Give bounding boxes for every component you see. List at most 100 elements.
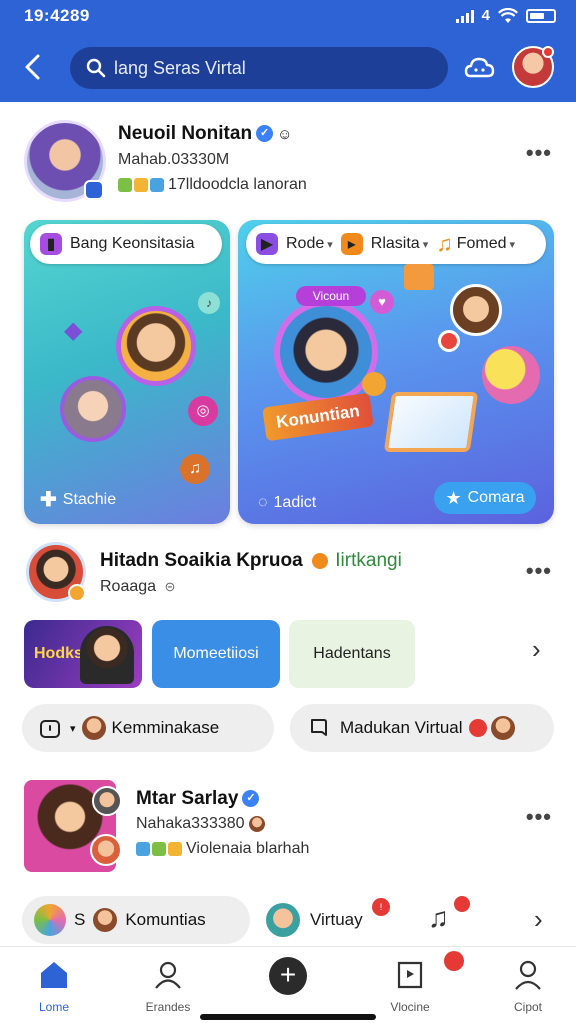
- emoji-icon: ☺: [277, 126, 293, 143]
- notification-dot: !: [372, 898, 390, 916]
- post-header-1: Neuoil Nonitan ✓ ☺ Mahab.03330M 17lldoodcl…: [0, 118, 576, 208]
- tile-character-illustration: [80, 626, 134, 684]
- heart-bubble-icon: ♥: [370, 290, 394, 314]
- nav-home[interactable]: Lome: [14, 959, 94, 1014]
- cloud-icon[interactable]: [462, 50, 498, 86]
- wifi-icon: [498, 7, 518, 23]
- home-icon: [41, 962, 67, 988]
- home-indicator[interactable]: [200, 1014, 376, 1020]
- pill-rode[interactable]: ▶ Rode ▾: [256, 233, 333, 255]
- search-bar[interactable]: lang Seras Virtal: [70, 47, 448, 89]
- chip-virtuay[interactable]: Virtuay !: [266, 898, 390, 940]
- status-icons: 4: [455, 7, 556, 24]
- book-icon: [311, 719, 327, 736]
- play-icon: ▶: [256, 233, 278, 255]
- mini-avatar: [81, 716, 106, 740]
- banner-right-pills: ▶ Rode ▾ ▸ Rlasita ▾ ♫ Fomed ▾: [246, 224, 546, 264]
- character-bear-illustration: [116, 306, 196, 386]
- verified-icon: ✓: [256, 125, 274, 143]
- avatar-badge-icon: [68, 584, 86, 602]
- character-creature-illustration: [482, 346, 540, 404]
- timer-icon: ◌: [258, 494, 268, 511]
- character-girl-illustration: [60, 376, 126, 442]
- post-author-name-2[interactable]: Hitadn Soaikia Kpruoa Iirtkangi: [100, 550, 402, 572]
- chevron-right-icon[interactable]: ›: [534, 904, 543, 935]
- notification-dot: [444, 951, 464, 971]
- star-icon: ★: [445, 487, 462, 508]
- plus-circle-icon: +: [269, 957, 307, 995]
- gift-box-icon: [404, 264, 434, 290]
- music-note-icon[interactable]: ♫: [428, 902, 449, 934]
- banner-left-footer[interactable]: ✚ Stachie: [40, 487, 116, 512]
- music-icon: ♫: [436, 231, 453, 256]
- people-icon: [155, 961, 181, 989]
- banner-card-right[interactable]: ▶ Rode ▾ ▸ Rlasita ▾ ♫ Fomed ▾ ♥ Vicoun ◌ 1…: [238, 220, 554, 524]
- network-label: 4: [481, 7, 490, 24]
- banner-left-pill-label: Bang Keonsitasia: [70, 235, 195, 252]
- profile-avatar[interactable]: [512, 46, 554, 88]
- battery-icon: [526, 8, 556, 23]
- post-meta: 17lldoodcla lanoran: [118, 176, 307, 194]
- pill-fomed[interactable]: ♫ Fomed ▾: [436, 231, 515, 257]
- search-input[interactable]: lang Seras Virtal: [114, 58, 246, 79]
- headphones-icon: ◎: [188, 396, 218, 426]
- post-author-name-3[interactable]: Mtar Sarlay ✓: [136, 788, 260, 810]
- chevron-right-icon[interactable]: ›: [532, 634, 541, 665]
- comara-button[interactable]: ★ Comara: [434, 482, 536, 514]
- nav-cipot[interactable]: Cipot: [488, 959, 568, 1014]
- avatar-overlay-2: [90, 834, 122, 866]
- search-icon: [86, 58, 106, 78]
- nav-erandes[interactable]: Erandes: [128, 959, 208, 1014]
- note-bubble-icon: ♪: [198, 292, 220, 314]
- status-time: 19:4289: [24, 6, 90, 25]
- timer-icon: [40, 720, 60, 738]
- post-subtitle-3: Nahaka333380: [136, 815, 265, 833]
- fire-badge-icon: [311, 552, 328, 569]
- back-arrow-icon[interactable]: [18, 50, 48, 84]
- plus-icon: ✚: [40, 489, 57, 511]
- chip-madukan-virtual[interactable]: Madukan Virtual: [290, 704, 554, 752]
- laptop-illustration: [383, 392, 479, 452]
- mini-avatar: [93, 908, 118, 932]
- signal-icon: [455, 9, 474, 23]
- status-bar: 19:4289 4: [0, 0, 576, 36]
- more-options-icon-2[interactable]: •••: [526, 558, 552, 584]
- tag-icons: [118, 178, 164, 192]
- pill-rlasita[interactable]: ▸ Rlasita ▾: [340, 233, 428, 255]
- more-options-icon[interactable]: •••: [526, 140, 552, 166]
- post-author-name[interactable]: Neuoil Nonitan ✓ ☺: [118, 123, 292, 145]
- notification-dot: [454, 896, 470, 912]
- post-subtitle-2: Roaaga ⊝: [100, 578, 176, 595]
- tile-hadentans[interactable]: Hadentans: [289, 620, 415, 688]
- tile-hodks[interactable]: Hodks: [24, 620, 142, 688]
- community-avatar: [34, 904, 66, 936]
- avatar-badge-icon: [84, 180, 104, 200]
- kite-icon: ◆: [64, 317, 83, 344]
- virtual-avatar: [266, 903, 300, 937]
- banner-left-pill[interactable]: ▮ Bang Keonsitasia: [30, 224, 222, 264]
- bottom-navigation: Lome Erandes + Vlocine Cipot: [0, 946, 576, 1024]
- banner-card-left[interactable]: ▮ Bang Keonsitasia ◆ ♫ ◎ ♪ ✚ Stachie: [24, 220, 230, 524]
- chip-komunitas[interactable]: S Komuntias: [22, 896, 250, 944]
- mini-avatar: [490, 716, 515, 740]
- notification-dot: [542, 46, 554, 58]
- nav-vlocine[interactable]: Vlocine: [370, 951, 464, 1014]
- post-header-3: Mtar Sarlay ✓ Nahaka333380 Violenaia blar…: [0, 780, 576, 874]
- nav-create[interactable]: +: [248, 957, 328, 995]
- chip-kemminakase[interactable]: ▾ Kemminakase: [22, 704, 274, 752]
- profile-icon: [515, 960, 541, 990]
- app-header: 19:4289 4 lang Seras Virtal: [0, 0, 576, 102]
- tile-momeetiiosi[interactable]: Momeetiiosi: [152, 620, 280, 688]
- play-badge-icon: [468, 719, 487, 737]
- avatar-overlay-1: [92, 786, 122, 816]
- more-options-icon-3[interactable]: •••: [526, 804, 552, 830]
- verified-icon: ✓: [242, 790, 260, 808]
- pin-icon: [438, 330, 460, 352]
- banner-top-label: Vicoun: [296, 286, 366, 306]
- banner-right-footer[interactable]: ◌ 1adict: [258, 494, 316, 512]
- post-meta-3: Violenaia blarhah: [136, 840, 309, 858]
- coin-icon: [362, 372, 386, 396]
- globe-icon: ⊝: [164, 579, 176, 594]
- forward-icon: ▸: [340, 233, 363, 255]
- video-book-icon: [397, 961, 423, 989]
